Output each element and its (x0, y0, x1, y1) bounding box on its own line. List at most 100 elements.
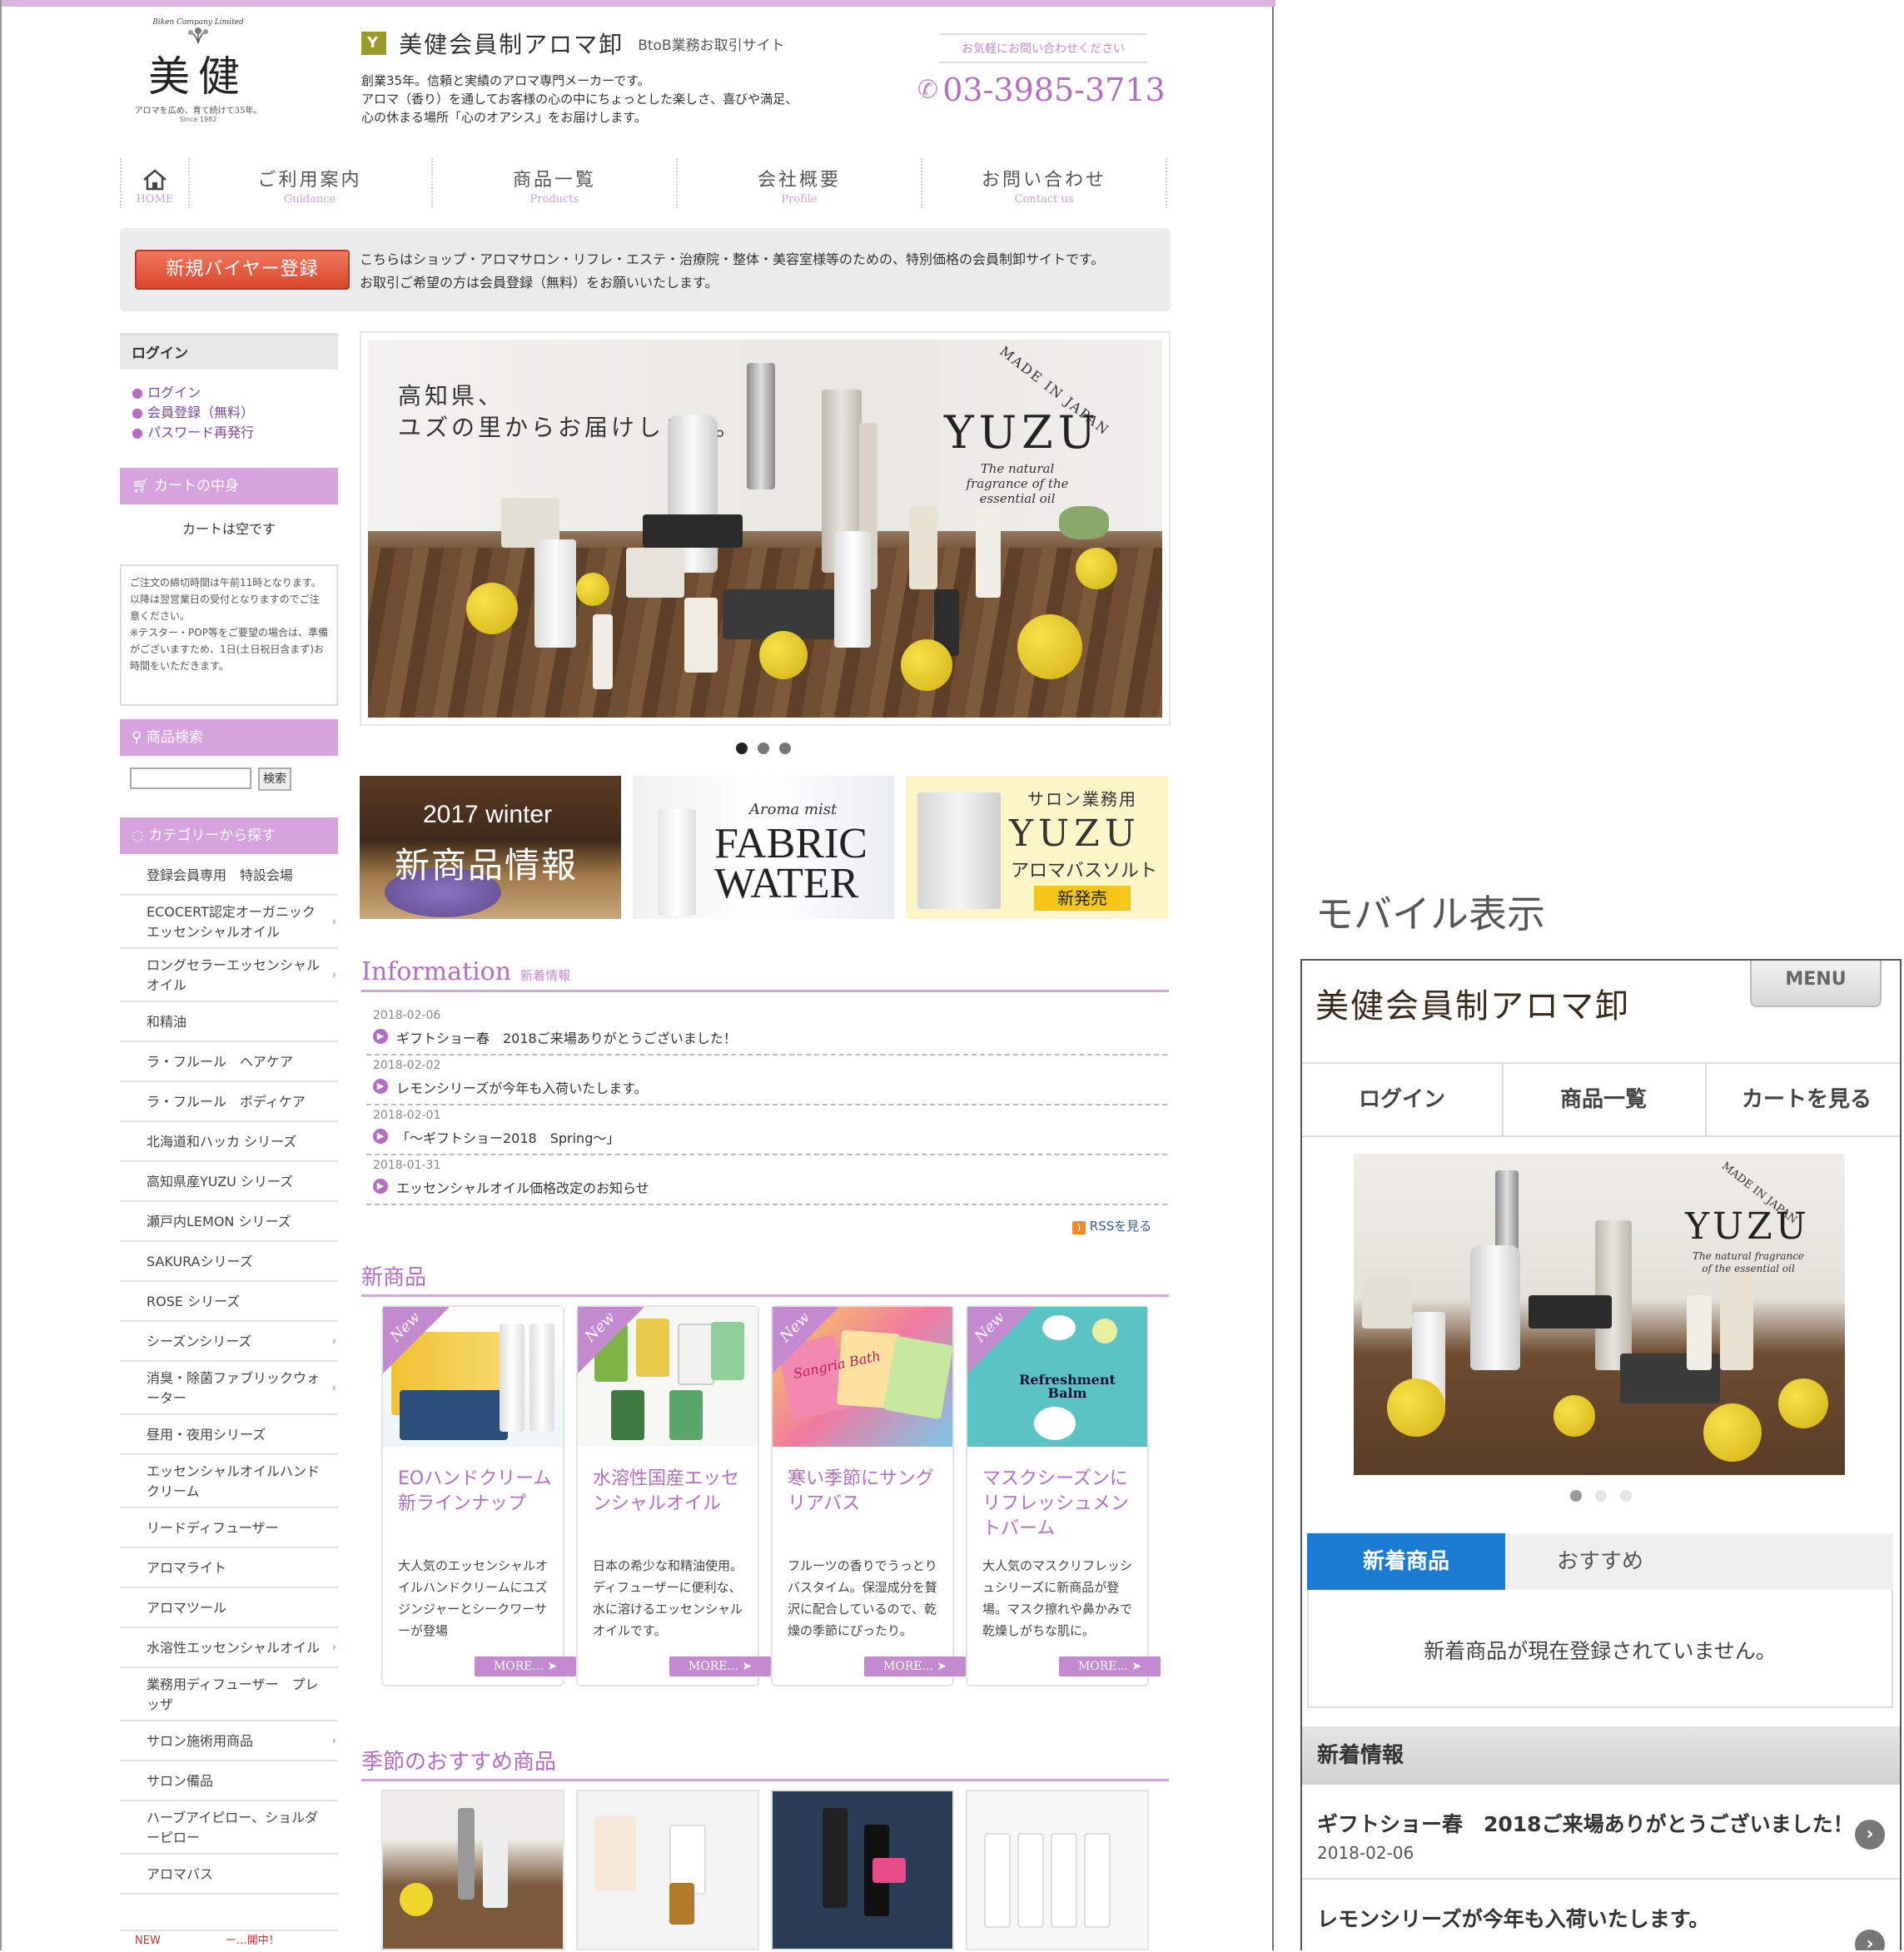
hero-slider[interactable]: 高知県、 ユズの里からお届けします。 MADE IN JAPAN YUZU Th… (360, 331, 1171, 726)
news-item[interactable]: 2018-02-02 ▶ レモンシリーズが今年も入荷いたします。 (366, 1055, 1167, 1105)
mobile-menu-button[interactable]: MENU (1750, 961, 1882, 1007)
mobile-seg-new[interactable]: 新着商品 (1307, 1533, 1505, 1590)
category-item[interactable]: アロマバス (120, 1856, 338, 1895)
arrow-icon: ▶ (373, 1179, 388, 1194)
nav-guidance-label: ご利用案内 (257, 170, 362, 191)
banner-bath-salt[interactable]: サロン業務用 YUZU アロマバスソルト 新発売 (906, 776, 1169, 919)
nav-guidance[interactable]: ご利用案内 Guidance (188, 158, 433, 208)
banner-fabric-water[interactable]: Aroma mist FABRIC WATER (633, 776, 894, 919)
seasonal-card[interactable] (576, 1790, 759, 1950)
category-item[interactable]: 水溶性エッセンシャルオイル › (120, 1630, 338, 1668)
chevron-right-icon: ➤ (547, 1660, 558, 1673)
category-item[interactable]: 昼用・夜用シリーズ (120, 1417, 338, 1455)
category-item[interactable]: ロングセラーエッセンシャルオイル › (120, 951, 338, 1002)
mobile-slider-dot-1[interactable] (1570, 1490, 1582, 1502)
slider-dot-3[interactable] (779, 743, 791, 754)
category-item[interactable]: 業務用ディフューザー プレッザ (120, 1670, 338, 1721)
category-item[interactable]: アロマライト (120, 1550, 338, 1588)
register-bar: 新規バイヤー登録 こちらはショップ・アロマサロン・リフレ・エステ・治療院・整体・… (120, 228, 1171, 311)
rss-icon: ) (1072, 1221, 1086, 1234)
banner-winter[interactable]: 2017 winter 新商品情報 (360, 776, 621, 919)
category-item[interactable]: SAKURAシリーズ (120, 1244, 338, 1282)
information-title: Information (361, 957, 512, 986)
mobile-tab-cart[interactable]: カートを見る (1707, 1062, 1900, 1137)
search-input[interactable] (130, 767, 251, 789)
category-item[interactable]: 高知県産YUZU シリーズ (120, 1164, 338, 1202)
arrow-icon: ▶ (373, 1129, 388, 1144)
category-item[interactable]: 瀬戸内LEMON シリーズ (120, 1204, 338, 1242)
mobile-tab-products[interactable]: 商品一覧 (1502, 1062, 1707, 1137)
intro-text: 創業35年。信頼と実績のアロマ専門メーカーです。 アロマ（香り）を通してお客様の… (361, 72, 902, 127)
register-text-2: お取引ご希望の方は会員登録（無料）をお願いいたします。 (360, 275, 718, 291)
rss-link[interactable]: ) RSSを見る (1072, 1217, 1151, 1234)
category-item[interactable]: ECOCERT認定オーガニックエッセンシャルオイル › (120, 897, 338, 949)
mobile-news-item[interactable]: レモンシリーズが今年も入荷いたします。 › (1302, 1880, 1900, 1950)
search-head-label: 商品検索 (146, 729, 203, 746)
nav-profile[interactable]: 会社概要 Profile (678, 158, 922, 208)
product-card[interactable]: New EOハンドクリーム新ラインナップ 大人気のエッセンシャルオイルハンドクリ… (381, 1305, 576, 1686)
mobile-seg-recommend[interactable]: おすすめ (1505, 1533, 1893, 1590)
nav-contact[interactable]: お問い合わせ Contact us (922, 158, 1167, 208)
category-item[interactable]: ラ・フルール ボディケア (120, 1084, 338, 1122)
chevron-right-icon: ➤ (742, 1660, 753, 1673)
category-item[interactable]: 北海道和ハッカ シリーズ (120, 1124, 338, 1162)
mobile-view: MENU 美健会員制アロマ卸 ログイン 商品一覧 カートを見る MADE IN … (1300, 959, 1902, 1950)
news-item[interactable]: 2018-02-06 ▶ ギフトショー春 2018ご来場ありがとうございました！ (366, 1006, 1167, 1055)
phone-block[interactable]: ✆ 03-3985-3713 (917, 72, 1176, 108)
nav-contact-sub: Contact us (1014, 193, 1074, 206)
register-link[interactable]: ● 会員登録（無料） (132, 403, 254, 423)
category-item[interactable]: ラ・フルール ヘアケア (120, 1044, 338, 1082)
category-item[interactable]: サロン備品 (120, 1763, 338, 1801)
nav-products-label: 商品一覧 (512, 170, 596, 191)
product-card[interactable]: New 水溶性国産エッセンシャルオイル 日本の希少な和精油使用。ディフューザーに… (576, 1305, 771, 1686)
more-button[interactable]: MORE... ➤ (475, 1656, 576, 1676)
category-item[interactable]: エッセンシャルオイルハンドクリーム (120, 1457, 338, 1508)
product-desc: 大人気のマスクリフレッシュシリーズに新商品が登場。マスク擦れや鼻かみで乾燥しがち… (982, 1558, 1133, 1638)
information-heading: Information 新着情報 (361, 957, 1169, 992)
category-item[interactable]: ハーブアイピロー、ショルダーピロー (120, 1803, 338, 1855)
hero-line-1: 高知県、 (398, 382, 505, 410)
more-button[interactable]: MORE... ➤ (1059, 1656, 1161, 1676)
nav-home[interactable]: HOME (120, 158, 190, 208)
password-reset-link[interactable]: ● パスワード再発行 (132, 423, 254, 443)
slider-dot-2[interactable] (758, 743, 769, 754)
category-icon: ◌ (132, 827, 144, 844)
mobile-tab-login[interactable]: ログイン (1302, 1062, 1504, 1137)
product-image-text: Refreshment Balm (1019, 1372, 1116, 1401)
register-button[interactable]: 新規バイヤー登録 (135, 250, 350, 290)
product-card[interactable]: Refreshment Balm New マスクシーズンにリフレッシュメントバー… (966, 1305, 1161, 1686)
nav-home-label: HOME (136, 193, 174, 206)
category-head-label: カテゴリーから探す (148, 827, 276, 844)
seasonal-card[interactable] (966, 1790, 1149, 1950)
new-products-title: 新商品 (361, 1265, 427, 1290)
cart-icon: 🛒︎ (132, 478, 150, 494)
chevron-right-icon: ➤ (1131, 1660, 1142, 1673)
category-item[interactable]: 登録会員専用 特設会場 (120, 857, 338, 896)
mobile-news-item[interactable]: ギフトショー春 2018ご来場ありがとうございました！ 2018-02-06 › (1302, 1786, 1900, 1880)
seasonal-card[interactable] (771, 1790, 954, 1950)
mobile-news-title: ギフトショー春 2018ご来場ありがとうございました！ (1317, 1812, 1854, 1836)
category-item[interactable]: 消臭・除菌ファブリックウォーター › (120, 1363, 338, 1415)
category-item[interactable]: ROSE シリーズ (120, 1284, 338, 1322)
slider-dot-1[interactable] (736, 743, 748, 754)
news-item[interactable]: 2018-02-01 ▶ 「～ギフトショー2018 Spring～」 (366, 1105, 1167, 1155)
category-item[interactable]: サロン施術用商品 › (120, 1723, 338, 1761)
category-item[interactable]: シーズンシリーズ › (120, 1324, 338, 1362)
category-item[interactable]: アロマツール (120, 1590, 338, 1628)
login-link[interactable]: ● ログイン (132, 383, 254, 403)
nav-guidance-sub: Guidance (283, 193, 336, 206)
category-item[interactable]: 和精油 (120, 1004, 338, 1042)
category-item[interactable]: リードディフューザー (120, 1510, 338, 1548)
hero-brand: YUZU (944, 406, 1101, 459)
mobile-hero-image[interactable]: MADE IN JAPAN YUZU The natural fragrance… (1354, 1154, 1845, 1475)
news-item[interactable]: 2018-01-31 ▶ エッセンシャルオイル価格改定のお知らせ (366, 1155, 1167, 1205)
mobile-slider-dot-2[interactable] (1595, 1490, 1607, 1502)
product-card[interactable]: Sangria Bath New 寒い季節にサングリアバス フルーツの香りでうっ… (771, 1305, 966, 1686)
mobile-slider-dot-3[interactable] (1620, 1490, 1632, 1502)
more-button[interactable]: MORE... ➤ (669, 1656, 771, 1676)
nav-products[interactable]: 商品一覧 Products (433, 158, 678, 208)
logo[interactable]: Biken Company Limited 美健 アロマを広め、育て続けて35年… (123, 18, 273, 135)
seasonal-card[interactable] (381, 1790, 564, 1950)
more-button[interactable]: MORE... ➤ (864, 1656, 966, 1676)
search-button[interactable]: 検索 (258, 767, 291, 791)
